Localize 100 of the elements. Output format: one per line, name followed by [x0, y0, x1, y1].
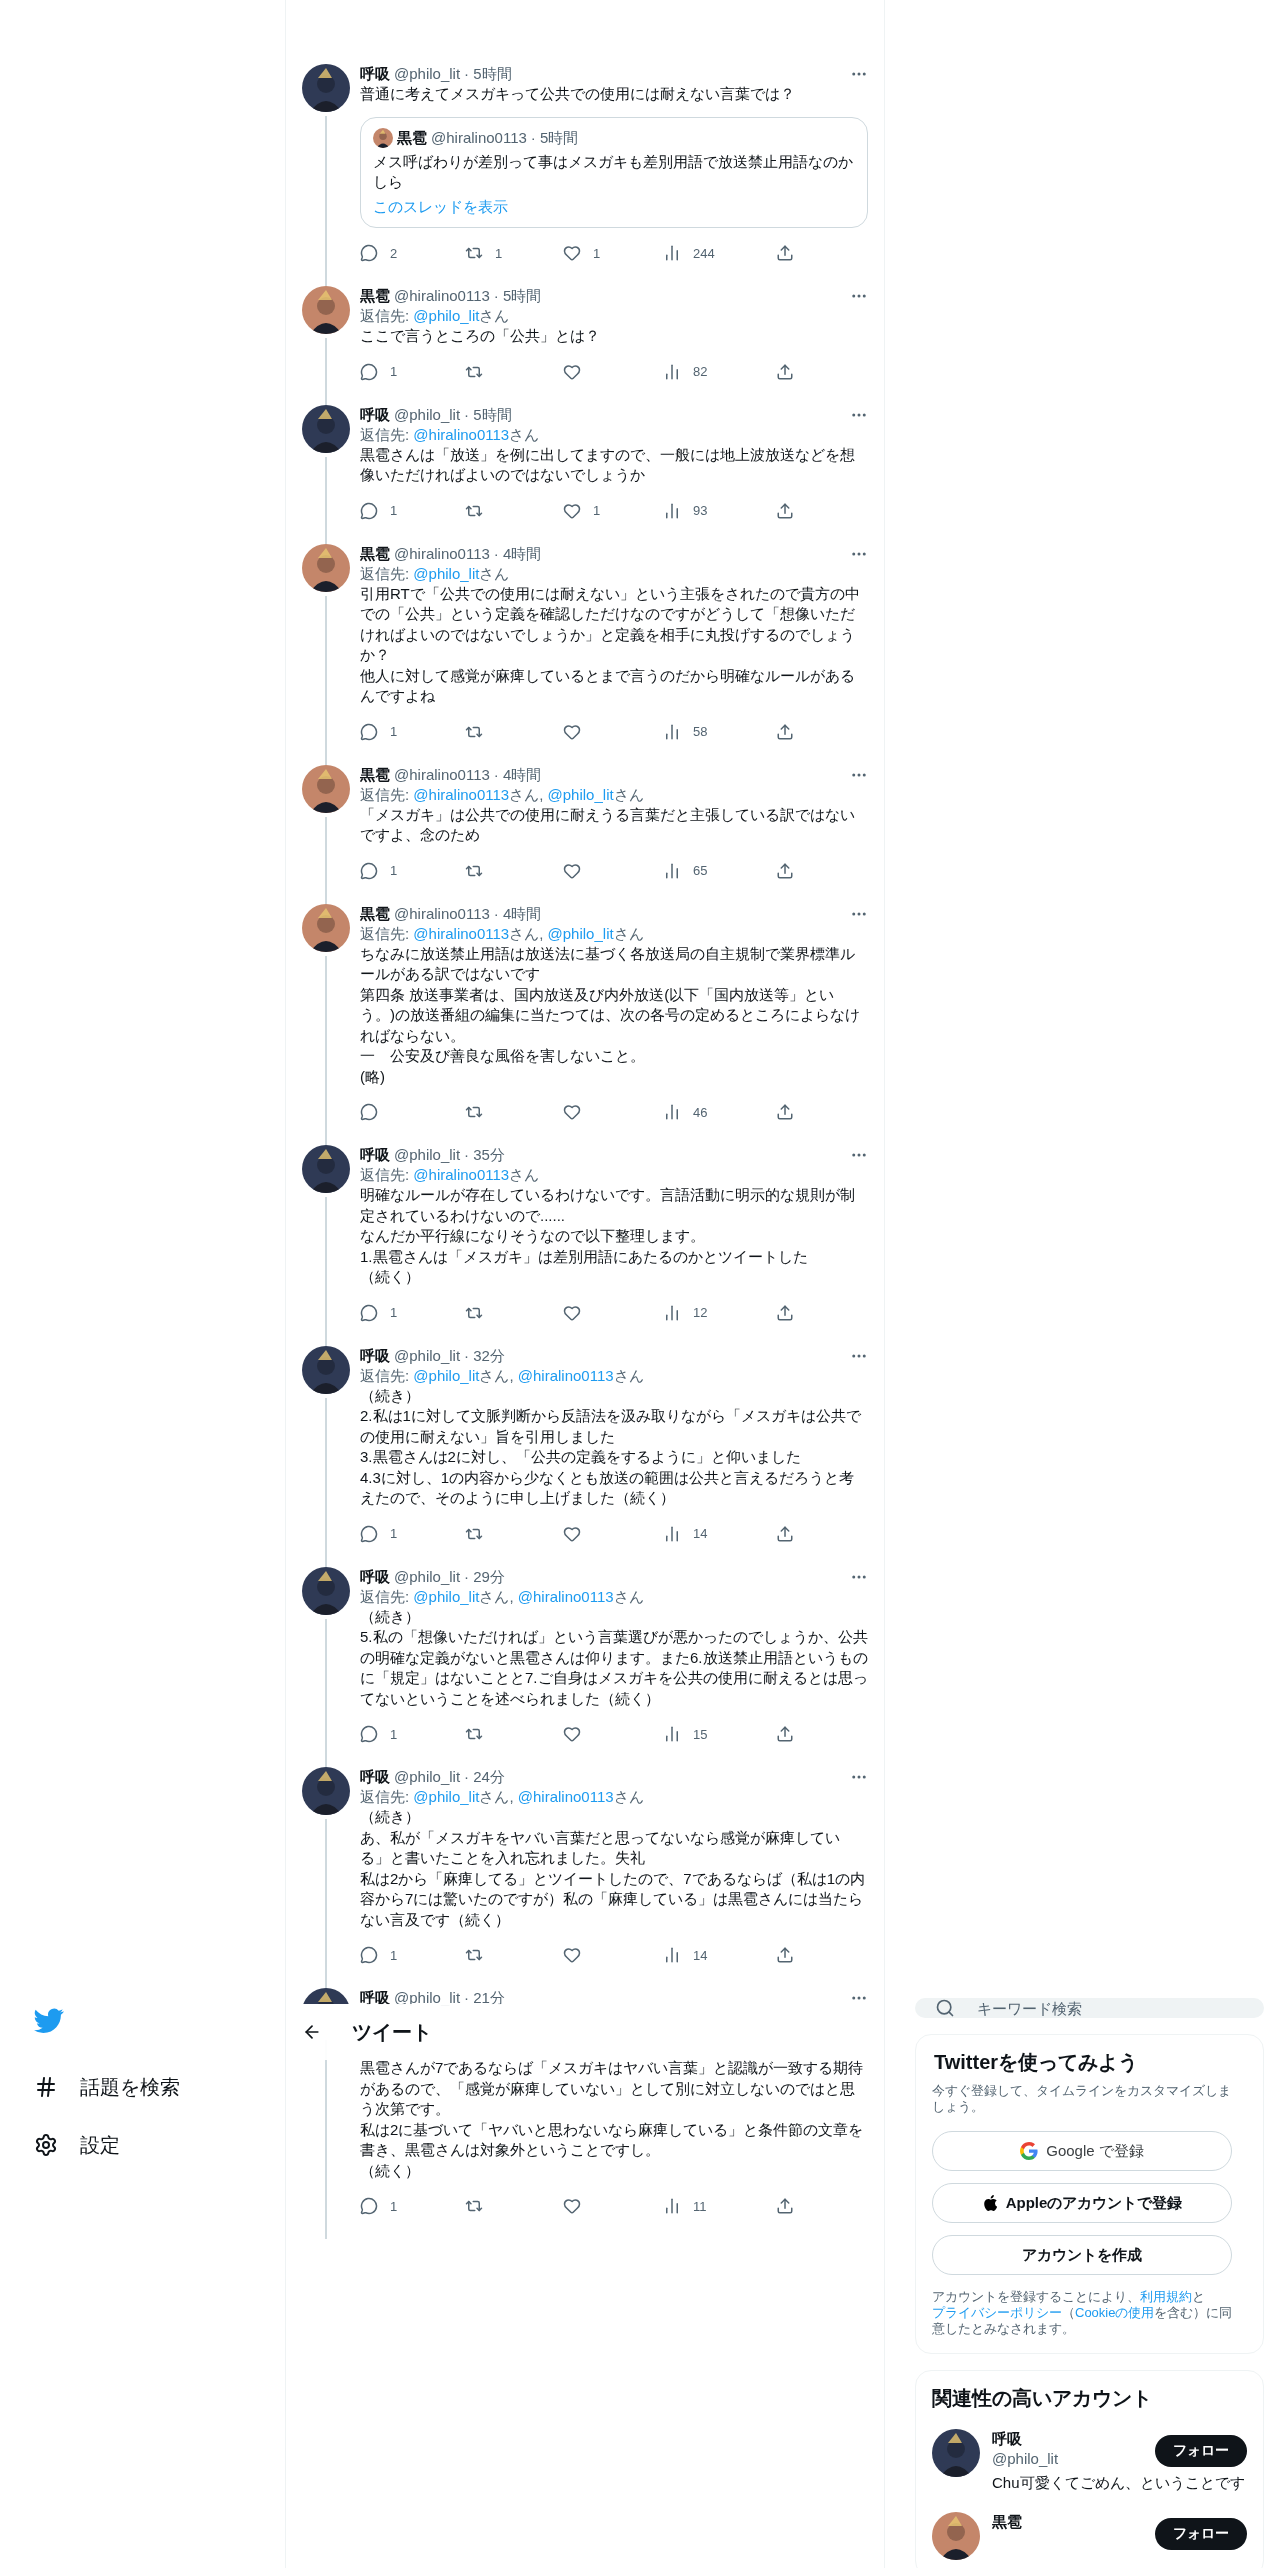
share-icon — [776, 362, 794, 381]
reply-button[interactable]: 1 — [360, 1725, 465, 1743]
avatar[interactable] — [302, 64, 350, 112]
views-button[interactable]: 15 — [663, 1725, 776, 1743]
views-button[interactable]: 58 — [663, 722, 776, 741]
user-name[interactable]: 黒雹 — [360, 903, 390, 924]
tweet-time[interactable]: · 5時間 — [464, 64, 512, 84]
user-name[interactable]: 黒雹 — [992, 2511, 1022, 2532]
avatar[interactable] — [302, 1345, 350, 1394]
reply-icon — [360, 861, 378, 880]
like-button[interactable]: 1 — [563, 244, 663, 262]
tweet-paragraph: 一 公安及び善良な風俗を害しないこと。 — [360, 1046, 646, 1066]
avatar[interactable] — [932, 2429, 980, 2477]
avatar[interactable] — [932, 2511, 980, 2560]
tweet-time[interactable]: · 35分 — [464, 1145, 505, 1165]
views-button[interactable]: 46 — [663, 1103, 776, 1121]
tweet-time[interactable]: · 29分 — [464, 1566, 505, 1587]
views-button[interactable]: 14 — [663, 1524, 776, 1543]
share-icon — [776, 1103, 794, 1121]
tweet-time[interactable]: · 32分 — [464, 1345, 505, 1366]
user-name[interactable]: 呼吸 — [360, 1767, 390, 1787]
reply-button[interactable]: 1 — [360, 861, 465, 880]
tweet-time[interactable]: · 5時間 — [464, 404, 512, 425]
user-name[interactable]: 呼吸 — [992, 2429, 1022, 2449]
avatar[interactable] — [302, 543, 350, 592]
user-name[interactable]: 呼吸 — [360, 1988, 390, 2008]
nav-item[interactable]: 設定 — [34, 2116, 128, 2174]
views-button[interactable]: 14 — [663, 1946, 776, 1964]
user-name[interactable]: 呼吸 — [360, 64, 390, 84]
bird-logo-icon[interactable] — [34, 2008, 64, 2034]
views-button[interactable]: 93 — [663, 501, 776, 520]
user-name[interactable]: 呼吸 — [360, 1145, 390, 1165]
user-name[interactable]: 黒雹 — [360, 764, 390, 785]
user-handle[interactable]: @hiralino0113 — [394, 286, 490, 306]
signup-button[interactable]: Appleのアカウントで登録 — [932, 2183, 1232, 2223]
reply-button[interactable]: 1 — [360, 1524, 465, 1543]
views-button[interactable]: 82 — [663, 362, 776, 381]
user-handle[interactable]: @hiralino0113 — [394, 903, 490, 924]
tweet-time[interactable]: · 4時間 — [493, 903, 542, 924]
like-icon — [563, 861, 581, 880]
user-handle[interactable]: @hiralino0113 — [394, 543, 490, 564]
search-input[interactable]: キーワード検索 — [975, 1998, 1244, 2018]
views-button[interactable]: 11 — [663, 2197, 776, 2215]
avatar[interactable] — [373, 127, 393, 148]
quoted-tweet[interactable]: 黒雹 @hiralino0113 · 5時間 メス呼ばわりが差別って事はメスガキも差別用語で放送禁止用語なのかしら このスレッドを表示 — [360, 116, 868, 228]
reply-button[interactable]: 1 — [360, 362, 465, 381]
user-name[interactable]: 呼吸 — [360, 1345, 390, 1366]
avatar[interactable] — [302, 1767, 350, 1815]
user-name[interactable]: 呼吸 — [360, 404, 390, 425]
user-handle[interactable]: @philo_lit — [394, 1566, 461, 1587]
reply-to-line: 返信先: @philo_litさん, @hiralino0113さん — [360, 1586, 645, 1607]
user-name[interactable]: 黒雹 — [360, 286, 390, 306]
reply-button[interactable]: 1 — [360, 722, 465, 741]
reply-button[interactable]: 2 — [360, 244, 465, 262]
user-handle[interactable]: @philo_lit — [992, 2449, 1143, 2469]
avatar[interactable] — [302, 1145, 350, 1193]
avatar[interactable] — [302, 1566, 350, 1615]
user-handle[interactable]: @philo_lit — [394, 1145, 461, 1165]
tweet-time[interactable]: · 5時間 — [493, 286, 542, 306]
hashtag-icon — [34, 2075, 58, 2099]
avatar[interactable] — [302, 286, 350, 334]
count: 1 — [390, 863, 398, 878]
tweet-time[interactable]: · 4時間 — [493, 543, 542, 564]
like-icon — [563, 1103, 581, 1121]
user-handle[interactable]: @hiralino0113 — [394, 764, 490, 785]
avatar[interactable] — [302, 903, 350, 952]
views-button[interactable]: 244 — [663, 244, 776, 262]
user-name[interactable]: 黒雹 — [360, 543, 390, 564]
user-name[interactable]: 呼吸 — [360, 1566, 390, 1587]
views-icon — [663, 1303, 681, 1322]
tweet-time[interactable]: · 24分 — [464, 1767, 505, 1787]
reply-to-line: 返信先: @philo_litさん — [360, 306, 511, 326]
views-button[interactable]: 65 — [663, 861, 776, 880]
retweet-button[interactable]: 1 — [465, 244, 563, 262]
user-handle[interactable]: @philo_lit — [394, 1767, 461, 1787]
tweet-paragraph: 普通に考えてメスガキって公共での使用には耐えない言葉では？ — [360, 84, 796, 104]
tweet-time[interactable]: · 4時間 — [493, 764, 542, 785]
views-icon — [663, 861, 681, 880]
user-handle[interactable]: @philo_lit — [394, 404, 461, 425]
google-logo-icon — [1020, 2142, 1039, 2160]
user-handle: @hiralino0113 — [431, 127, 527, 148]
avatar[interactable] — [302, 764, 350, 813]
follow-button[interactable]: フォロー — [1155, 2435, 1247, 2467]
user-handle[interactable]: @philo_lit — [394, 1345, 461, 1366]
nav-item[interactable]: 話題を検索 — [34, 2058, 188, 2116]
like-icon — [563, 1725, 581, 1743]
follow-button[interactable]: フォロー — [1155, 2517, 1247, 2550]
tweet-time[interactable]: · 21分 — [464, 1988, 505, 2008]
search-field[interactable]: キーワード検索 — [915, 1998, 1264, 2018]
signup-button[interactable]: Google で登録 — [932, 2131, 1232, 2171]
views-button[interactable]: 12 — [663, 1303, 776, 1322]
tweet-paragraph: ちなみに放送禁止用語は放送法に基づく各放送局の自主規制で業界標準ルールがある訳ではないです — [360, 943, 856, 984]
like-button[interactable]: 1 — [563, 501, 663, 520]
reply-button[interactable]: 1 — [360, 1303, 465, 1322]
avatar[interactable] — [302, 404, 350, 453]
signup-button[interactable]: アカウントを作成 — [932, 2235, 1232, 2275]
reply-button[interactable]: 1 — [360, 1946, 465, 1964]
user-handle[interactable]: @philo_lit — [394, 64, 461, 84]
reply-button[interactable]: 1 — [360, 2197, 465, 2215]
reply-button[interactable]: 1 — [360, 501, 465, 520]
